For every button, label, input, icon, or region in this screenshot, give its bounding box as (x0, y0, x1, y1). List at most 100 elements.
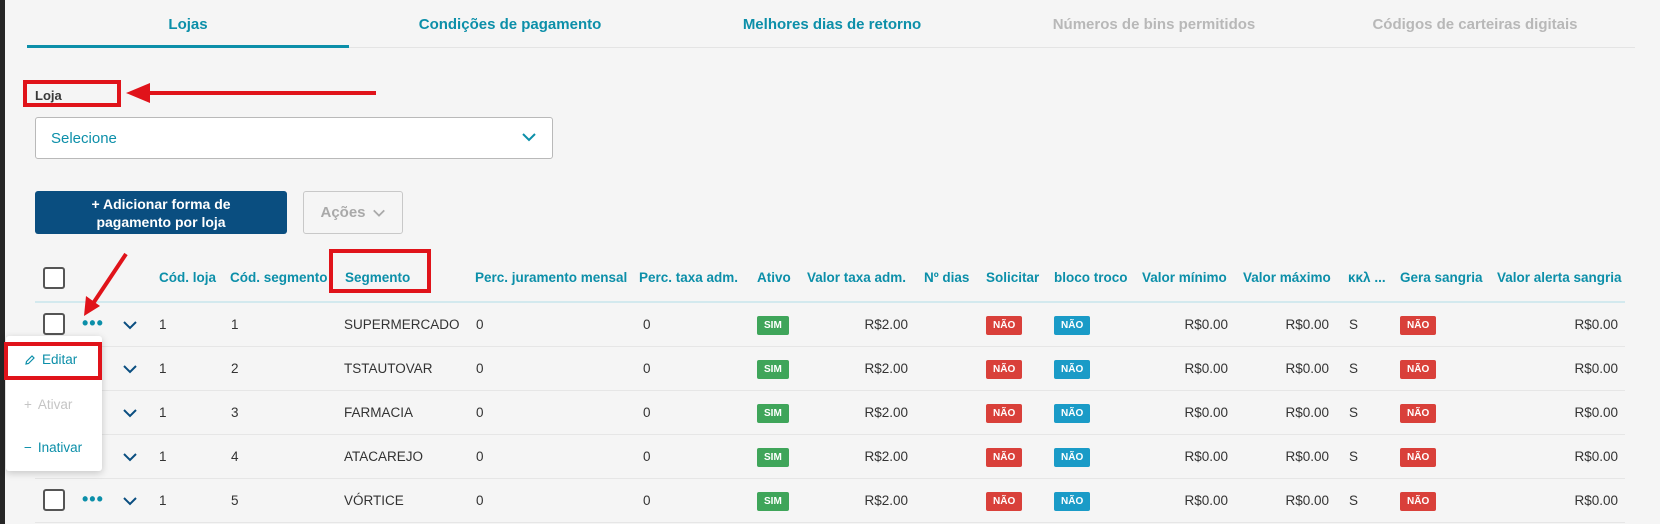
cell-cod-loja: 1 (159, 405, 167, 420)
tab-condicoes-pagamento[interactable]: Condições de pagamento (349, 0, 671, 47)
chevron-down-icon[interactable] (122, 405, 138, 421)
cell-perc-juramento: 0 (476, 493, 484, 508)
cell-kkl: S (1349, 361, 1359, 376)
chevron-down-icon[interactable] (122, 317, 138, 333)
cell-segmento: ATACAREJO (344, 449, 424, 464)
cell-valor-minimo: R$0.00 (1184, 361, 1228, 376)
status-badge: NÃO (986, 404, 1023, 423)
cell-perc-taxa: 0 (643, 361, 651, 376)
select-all-checkbox[interactable] (43, 267, 65, 289)
cell-valor-maximo: R$0.00 (1285, 317, 1329, 332)
menu-item-ativar[interactable]: + Ativar (24, 397, 72, 412)
status-badge: NÃO (986, 316, 1023, 335)
status-badge: NÃO (986, 360, 1023, 379)
table-row[interactable]: 1 4 ATACAREJO 0 0 SIM R$2.00 NÃO NÃO R$0… (35, 435, 1625, 479)
menu-item-label: Ativar (37, 397, 73, 412)
cell-cod-loja: 1 (159, 449, 167, 464)
cell-kkl: S (1349, 405, 1359, 420)
tab-numeros-bins[interactable]: Números de bins permitidos (993, 0, 1315, 47)
col-perc-taxa[interactable]: Perc. taxa adm. (639, 255, 738, 301)
table-row[interactable]: ••• 1 5 VÓRTICE 0 0 SIM R$2.00 NÃO NÃO R… (35, 479, 1625, 523)
cell-cod-segmento: 4 (231, 449, 239, 464)
loja-select-value: Selecione (51, 130, 117, 147)
cell-valor-taxa: R$2.00 (864, 405, 908, 420)
arrow-head-loja (126, 83, 150, 103)
cell-valor-minimo: R$0.00 (1184, 317, 1228, 332)
loja-select[interactable]: Selecione (35, 117, 553, 159)
table-header: Cód. loja Cód. segmento Segmento Perc. j… (35, 255, 1625, 303)
cell-segmento: VÓRTICE (344, 493, 404, 508)
status-badge: NÃO (1400, 448, 1437, 467)
col-bloco-troco[interactable]: bloco troco (1054, 255, 1128, 301)
cell-valor-alerta: R$0.00 (1574, 405, 1618, 420)
chevron-down-icon[interactable] (122, 449, 138, 465)
cell-valor-maximo: R$0.00 (1285, 361, 1329, 376)
status-badge: NÃO (986, 492, 1023, 511)
status-badge: NÃO (1400, 316, 1437, 335)
status-badge: NÃO (1400, 492, 1437, 511)
col-gera-sangria[interactable]: Gera sangria (1400, 255, 1483, 301)
add-payment-button[interactable]: + Adicionar forma de pagamento por loja (35, 191, 287, 234)
col-valor-minimo[interactable]: Valor mínimo (1142, 255, 1227, 301)
col-n-dias[interactable]: Nº dias (924, 255, 969, 301)
status-badge: NÃO (1054, 448, 1091, 467)
status-badge: NÃO (1400, 404, 1437, 423)
row-checkbox[interactable] (43, 313, 65, 335)
cell-valor-alerta: R$0.00 (1574, 449, 1618, 464)
row-actions-icon[interactable]: ••• (82, 479, 104, 519)
cell-valor-alerta: R$0.00 (1574, 317, 1618, 332)
status-badge: NÃO (1054, 360, 1091, 379)
cell-cod-segmento: 2 (231, 361, 239, 376)
cell-kkl: S (1349, 493, 1359, 508)
cell-valor-taxa: R$2.00 (864, 361, 908, 376)
col-valor-taxa[interactable]: Valor taxa adm. (807, 255, 906, 301)
cell-cod-loja: 1 (159, 493, 167, 508)
chevron-down-icon (522, 133, 536, 142)
status-badge: SIM (757, 316, 789, 335)
col-cod-segmento[interactable]: Cód. segmento (230, 255, 328, 301)
status-badge: NÃO (1054, 404, 1091, 423)
col-valor-alerta[interactable]: Valor alerta sangria (1497, 255, 1622, 301)
annotation-highlight-editar (4, 342, 102, 380)
cell-cod-segmento: 5 (231, 493, 239, 508)
status-badge: NÃO (1054, 316, 1091, 335)
status-badge: SIM (757, 492, 789, 511)
actions-button[interactable]: Ações (303, 191, 403, 234)
chevron-down-icon[interactable] (122, 361, 138, 377)
col-solicitar[interactable]: Solicitar (986, 255, 1039, 301)
cell-valor-minimo: R$0.00 (1184, 405, 1228, 420)
tab-lojas[interactable]: Lojas (27, 0, 349, 48)
col-valor-maximo[interactable]: Valor máximo (1243, 255, 1331, 301)
cell-cod-loja: 1 (159, 317, 167, 332)
table-row[interactable]: ••• 1 1 SUPERMERCADO 0 0 SIM R$2.00 NÃO … (35, 303, 1625, 347)
table-row[interactable]: 1 2 TSTAUTOVAR 0 0 SIM R$2.00 NÃO NÃO R$… (35, 347, 1625, 391)
tab-melhores-dias-retorno[interactable]: Melhores dias de retorno (671, 0, 993, 47)
cell-perc-juramento: 0 (476, 405, 484, 420)
cell-perc-juramento: 0 (476, 317, 484, 332)
cell-valor-taxa: R$2.00 (864, 493, 908, 508)
menu-item-inativar[interactable]: − Inativar (24, 440, 82, 455)
cell-segmento: FARMACIA (344, 405, 414, 420)
tab-codigos-carteiras[interactable]: Códigos de carteiras digitais (1315, 0, 1635, 47)
col-kkl[interactable]: κκλ ... (1348, 255, 1386, 301)
cell-perc-juramento: 0 (476, 361, 484, 376)
cell-valor-taxa: R$2.00 (864, 449, 908, 464)
cell-valor-minimo: R$0.00 (1184, 493, 1228, 508)
col-perc-juramento[interactable]: Perc. juramento mensal (475, 255, 627, 301)
cell-perc-juramento: 0 (476, 449, 484, 464)
cell-segmento: SUPERMERCADO (344, 317, 460, 332)
cell-valor-maximo: R$0.00 (1285, 493, 1329, 508)
row-checkbox[interactable] (43, 489, 65, 511)
col-ativo[interactable]: Ativo (757, 255, 791, 301)
cell-valor-taxa: R$2.00 (864, 317, 908, 332)
chevron-down-icon (372, 209, 385, 217)
table-row[interactable]: 1 3 FARMACIA 0 0 SIM R$2.00 NÃO NÃO R$0.… (35, 391, 1625, 435)
col-cod-loja[interactable]: Cód. loja (159, 255, 216, 301)
cell-valor-maximo: R$0.00 (1285, 405, 1329, 420)
status-badge: SIM (757, 448, 789, 467)
cell-perc-taxa: 0 (643, 317, 651, 332)
cell-perc-taxa: 0 (643, 405, 651, 420)
status-badge: SIM (757, 404, 789, 423)
chevron-down-icon[interactable] (122, 493, 138, 509)
cell-valor-maximo: R$0.00 (1285, 449, 1329, 464)
